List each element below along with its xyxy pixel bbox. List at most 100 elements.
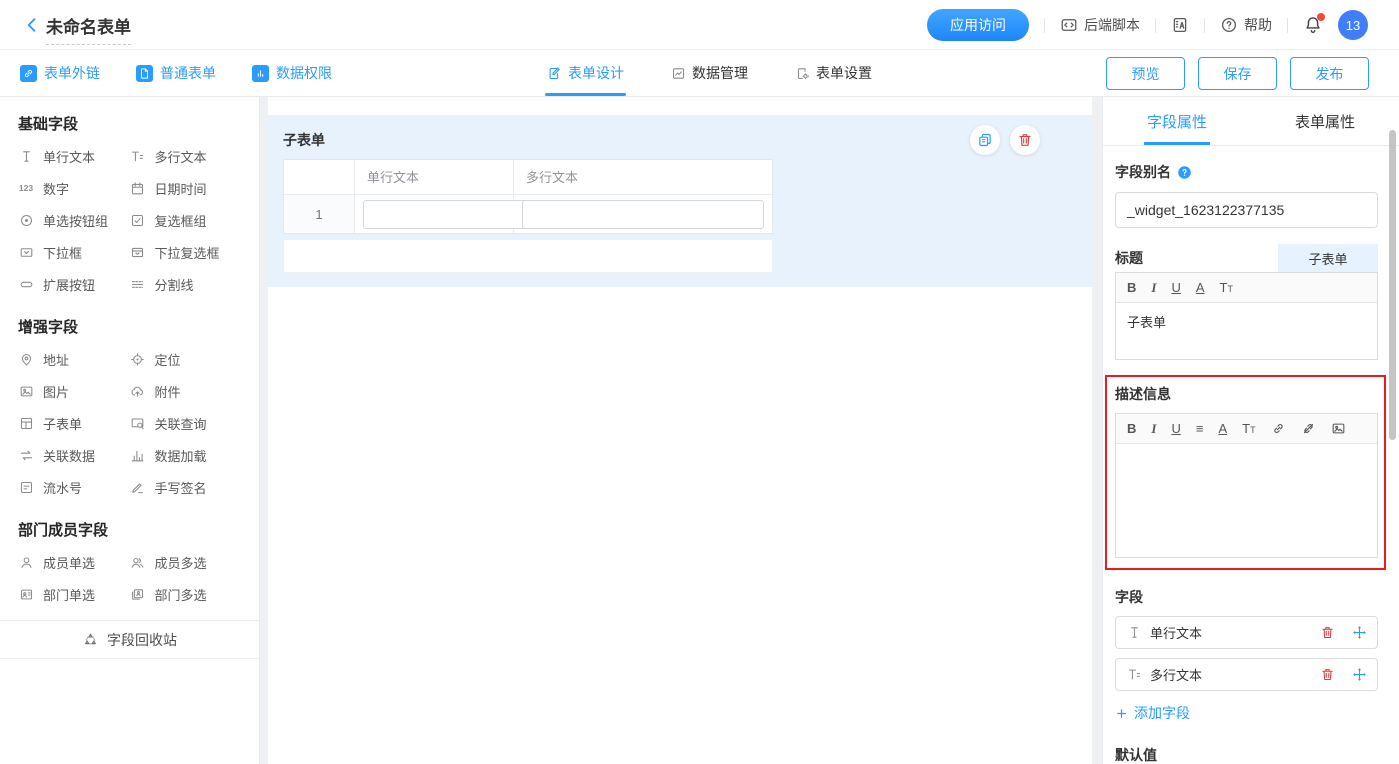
format-fontsize-icon[interactable]: TT xyxy=(1220,281,1233,294)
save-button[interactable]: 保存 xyxy=(1198,57,1277,90)
palette-item-label: 多行文本 xyxy=(155,147,207,166)
tab-form-design[interactable]: 表单设计 xyxy=(547,50,624,96)
column-header: 单行文本 xyxy=(355,160,514,195)
palette-item-checkbox[interactable]: 复选框组 xyxy=(130,204,242,236)
format-color-icon[interactable]: A xyxy=(1218,422,1227,435)
recycle-label: 字段回收站 xyxy=(107,630,177,650)
palette-item-multiselect[interactable]: 下拉复选框 xyxy=(130,236,242,268)
help-circle-icon[interactable] xyxy=(1177,165,1192,180)
data-permission-button[interactable]: 数据权限 xyxy=(252,63,332,83)
title-editor-content[interactable]: 子表单 xyxy=(1116,303,1377,359)
form-external-link-button[interactable]: 表单外链 xyxy=(20,63,100,83)
palette-item-extbutton[interactable]: 扩展按钮 xyxy=(18,268,130,300)
subform-cell-input[interactable] xyxy=(522,200,764,229)
format-italic-icon[interactable]: I xyxy=(1151,281,1156,294)
publish-button[interactable]: 发布 xyxy=(1290,57,1369,90)
delete-widget-button[interactable] xyxy=(1010,125,1040,155)
toolbar-item-label: 表单外链 xyxy=(44,63,100,83)
palette-grid: 成员单选成员多选部门单选部门多选 xyxy=(18,546,241,610)
palette-item-label: 附件 xyxy=(155,382,181,401)
description-editor-content[interactable] xyxy=(1116,444,1377,557)
tab-data-manage[interactable]: 数据管理 xyxy=(671,50,748,96)
form-title[interactable]: 未命名表单 xyxy=(46,13,131,45)
app-access-button[interactable]: 应用访问 xyxy=(927,9,1029,41)
palette-item-radio[interactable]: 单选按钮组 xyxy=(18,204,130,236)
palette-item-divider[interactable]: 分割线 xyxy=(130,268,242,300)
format-unlink-icon[interactable] xyxy=(1301,421,1316,436)
palette-item-linkquery[interactable]: 关联查询 xyxy=(130,407,242,439)
palette-item-serial[interactable]: 流水号 xyxy=(18,471,130,503)
add-field-button[interactable]: 添加字段 xyxy=(1115,703,1378,723)
toolbar-buttons: 预览保存发布 xyxy=(1106,57,1369,90)
textarea-icon xyxy=(1126,667,1142,682)
format-bold-icon[interactable]: B xyxy=(1127,422,1136,435)
signature-icon xyxy=(130,480,146,495)
palette-item-linkdata[interactable]: 关联数据 xyxy=(18,439,130,471)
palette-item-attachment[interactable]: 附件 xyxy=(130,375,242,407)
add-field-label: 添加字段 xyxy=(1134,703,1190,723)
api-docs-icon[interactable] xyxy=(1171,16,1189,34)
tab-label: 数据管理 xyxy=(692,63,748,83)
move-subfield-handle[interactable] xyxy=(1351,625,1367,640)
user-avatar[interactable]: 13 xyxy=(1338,10,1368,40)
field-recycle-bin[interactable]: 字段回收站 xyxy=(0,620,259,659)
back-button[interactable] xyxy=(22,15,42,35)
notifications-button[interactable] xyxy=(1303,15,1323,35)
help-button[interactable]: 帮助 xyxy=(1220,15,1272,35)
format-underline-icon[interactable]: U xyxy=(1171,281,1180,294)
format-color-icon[interactable]: A xyxy=(1196,281,1205,294)
palette-item-text[interactable]: 单行文本 xyxy=(18,140,130,172)
palette-item-label: 扩展按钮 xyxy=(43,275,95,294)
palette-item-address[interactable]: 地址 xyxy=(18,343,130,375)
palette-item-textarea[interactable]: 多行文本 xyxy=(130,140,242,172)
copy-widget-button[interactable] xyxy=(970,125,1000,155)
palette-item-number[interactable]: 123数字 xyxy=(18,172,130,204)
preview-button[interactable]: 预览 xyxy=(1106,57,1185,90)
formset-icon xyxy=(795,66,810,81)
palette-item-depts[interactable]: 部门多选 xyxy=(130,578,242,610)
properties-panel: 字段属性表单属性 字段别名 _widget_1623122377135 标题 子… xyxy=(1102,97,1399,764)
normal-form-button[interactable]: 普通表单 xyxy=(136,63,216,83)
field-alias-input[interactable]: _widget_1623122377135 xyxy=(1115,192,1378,228)
widget-actions xyxy=(970,125,1040,155)
title-editor-toolbar: B I U A TT xyxy=(1116,273,1377,303)
move-subfield-handle[interactable] xyxy=(1351,667,1367,682)
palette-section-title: 增强字段 xyxy=(18,316,241,337)
tab-form-properties[interactable]: 表单属性 xyxy=(1251,97,1399,145)
palette-item-user[interactable]: 成员单选 xyxy=(18,546,130,578)
format-bold-icon[interactable]: B xyxy=(1127,281,1136,294)
format-underline-icon[interactable]: U xyxy=(1171,422,1180,435)
delete-subfield-button[interactable] xyxy=(1319,625,1335,640)
field-alias-label: 字段别名 xyxy=(1115,162,1171,182)
active-tab-underline xyxy=(545,93,626,96)
location-icon xyxy=(130,352,146,367)
tab-form-settings[interactable]: 表单设置 xyxy=(795,50,872,96)
palette-item-datetime[interactable]: 日期时间 xyxy=(130,172,242,204)
format-italic-icon[interactable]: I xyxy=(1151,422,1156,435)
form-sheet[interactable]: 子表单 单行文本多行文本 1 xyxy=(268,97,1092,764)
palette-item-select[interactable]: 下拉框 xyxy=(18,236,130,268)
format-fontsize-icon[interactable]: TT xyxy=(1242,422,1255,435)
palette-item-dept[interactable]: 部门单选 xyxy=(18,578,130,610)
format-image-icon[interactable] xyxy=(1331,421,1346,436)
palette-item-label: 定位 xyxy=(155,350,181,369)
panel-tab-label: 表单属性 xyxy=(1295,111,1355,132)
description-label: 描述信息 xyxy=(1115,384,1378,404)
format-align-icon[interactable]: ≡ xyxy=(1196,422,1204,435)
subform-widget[interactable]: 子表单 单行文本多行文本 1 xyxy=(268,115,1092,287)
palette-item-signature[interactable]: 手写签名 xyxy=(130,471,242,503)
delete-subfield-button[interactable] xyxy=(1319,667,1335,682)
panel-scrollbar[interactable] xyxy=(1389,130,1396,440)
tab-field-properties[interactable]: 字段属性 xyxy=(1103,97,1251,145)
palette-item-label: 子表单 xyxy=(43,414,82,433)
palette-grid: 地址 定位图片 附件子表单 关联查询关联数据数据加载流水号手写签名 xyxy=(18,343,241,503)
backend-script-button[interactable]: 后端脚本 xyxy=(1060,15,1140,35)
description-section-highlight: 描述信息 B I U ≡ A TT xyxy=(1105,375,1386,570)
palette-item-dataload[interactable]: 数据加载 xyxy=(130,439,242,471)
format-link-icon[interactable] xyxy=(1271,421,1286,436)
palette-item-image[interactable]: 图片 xyxy=(18,375,130,407)
subform-add-row-area[interactable] xyxy=(283,239,773,273)
palette-item-location[interactable]: 定位 xyxy=(130,343,242,375)
palette-item-subform[interactable]: 子表单 xyxy=(18,407,130,439)
palette-item-users[interactable]: 成员多选 xyxy=(130,546,242,578)
